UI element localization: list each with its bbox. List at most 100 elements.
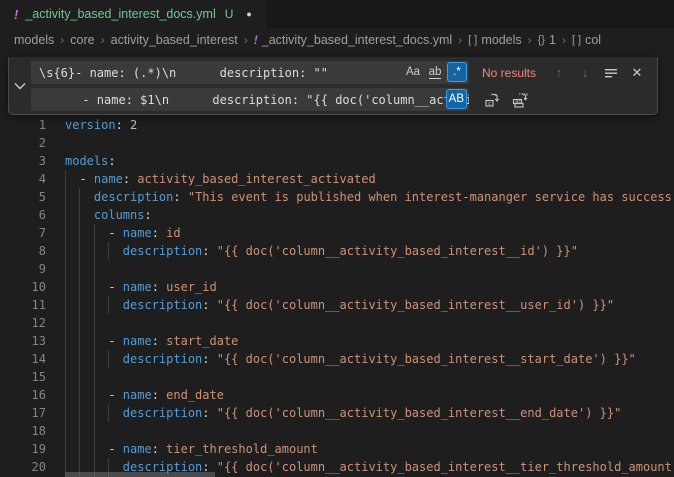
token: name [123,226,152,240]
indent-guide [65,332,66,350]
code-line-15[interactable]: 15 [0,368,674,386]
breadcrumb-item-activity_based_interest[interactable]: activity_based_interest [111,33,238,47]
token: 2 [130,118,137,132]
code-line-14[interactable]: 14 description: "{{ doc('column__activit… [0,350,674,368]
replace-input[interactable]: - name: $1\n description: "{{ doc('colum… [31,88,469,111]
breadcrumb-item-_activity_based_interest_docs.yml[interactable]: !_activity_based_interest_docs.yml [254,33,452,47]
indent-guide [65,170,66,188]
code-line-16[interactable]: 16 - name: end_date [0,386,674,404]
code-line-10[interactable]: 10 - name: user_id [0,278,674,296]
indent-guide [65,206,66,224]
match-case-button[interactable]: Aa [403,62,423,82]
find-replace-widget: \s{6}- name: (.*)\n description: "" Aa a… [8,57,658,115]
code-area[interactable]: 1version: 223models:4 - name: activity_b… [0,52,674,476]
token: name [123,280,152,294]
find-in-selection-button[interactable] [601,63,621,83]
indent-guide [79,260,80,278]
indent-guide [65,422,66,440]
replace-all-icon: ᶠᵃᵇ ac [512,92,528,108]
horizontal-scrollbar[interactable] [65,472,215,477]
indent-guide [65,260,66,278]
code-line-3[interactable]: 3models: [0,152,674,170]
replace-all-button[interactable]: ᶠᵃᵇ ac [510,90,530,110]
breadcrumb-separator: › [244,33,248,47]
code-line-1[interactable]: 1version: 2 [0,116,674,134]
token: activity_based_interest_activated [137,172,375,186]
token: - [65,172,94,186]
tab-activity-docs[interactable]: ! _activity_based_interest_docs.yml U ● [0,0,266,28]
breadcrumb-item-models[interactable]: [ ]models [468,33,521,47]
indent-guide [94,440,95,458]
line-number: 18 [0,422,46,440]
line-content: models: [65,154,116,168]
indent-guide [65,188,66,206]
token: description [123,298,202,312]
find-in-selection-icon [604,66,618,80]
indent-guide [94,242,95,260]
preserve-case-button[interactable]: AB [446,89,467,109]
tab-filename: _activity_based_interest_docs.yml [25,7,215,21]
token: models [65,154,108,168]
token: columns [94,208,145,222]
code-line-11[interactable]: 11 description: "{{ doc('column__activit… [0,296,674,314]
code-line-19[interactable]: 19 - name: tier_threshold_amount [0,440,674,458]
token: description [123,352,202,366]
indent-guide [79,422,80,440]
breadcrumb-label: models [481,33,521,47]
token: : [202,244,216,258]
line-number: 15 [0,368,46,386]
indent-guide [79,206,80,224]
code-line-5[interactable]: 5 description: "This event is published … [0,188,674,206]
code-line-9[interactable]: 9 [0,260,674,278]
line-content: - name: id [65,226,181,240]
token: "{{ doc('column__activity_based_interest… [217,460,672,474]
indent-guide [79,350,80,368]
indent-guide [79,368,80,386]
regex-button[interactable]: .* [447,62,467,82]
token: description [123,406,202,420]
code-line-12[interactable]: 12 [0,314,674,332]
breadcrumb-item-1[interactable]: {}1 [538,33,556,47]
modified-dot-icon[interactable]: ● [246,9,251,19]
token: : [152,226,166,240]
line-content: description: "{{ doc('column__activity_b… [65,406,621,420]
indent-guide [108,296,109,314]
breadcrumb-item-core[interactable]: core [70,33,94,47]
breadcrumb-item-col[interactable]: [ ]col [572,33,601,47]
line-number: 5 [0,188,46,206]
code-line-2[interactable]: 2 [0,134,674,152]
token: : [202,298,216,312]
code-line-13[interactable]: 13 - name: start_date [0,332,674,350]
breadcrumb-separator: › [60,33,64,47]
array-icon: [ ] [572,34,581,46]
object-icon: {} [538,34,545,46]
line-content: description: "This event is published wh… [65,190,672,204]
close-find-button[interactable]: ✕ [627,63,647,83]
code-line-18[interactable]: 18 [0,422,674,440]
code-line-8[interactable]: 8 description: "{{ doc('column__activity… [0,242,674,260]
code-line-4[interactable]: 4 - name: activity_based_interest_activa… [0,170,674,188]
breadcrumb-item-models[interactable]: models [14,33,54,47]
code-line-7[interactable]: 7 - name: id [0,224,674,242]
replace-button[interactable]: ᶠᵇ c [482,90,502,110]
whole-word-button[interactable]: ab [425,62,445,82]
find-input[interactable]: \s{6}- name: (.*)\n description: "" Aa a… [31,61,469,84]
find-row: \s{6}- name: (.*)\n description: "" Aa a… [31,61,651,84]
previous-match-button[interactable]: ↑ [549,63,569,83]
indent-guide [65,278,66,296]
code-line-6[interactable]: 6 columns: [0,206,674,224]
yaml-file-icon: ! [14,7,18,22]
token: user_id [166,280,217,294]
toggle-replace-button[interactable] [9,57,31,114]
replace-value-text[interactable]: - name: $1\n description: "{{ doc('colum… [31,93,469,107]
token: name [123,334,152,348]
indent-guide [94,260,95,278]
token: : [144,208,151,222]
token: "{{ doc('column__activity_based_interest… [217,406,622,420]
code-line-17[interactable]: 17 description: "{{ doc('column__activit… [0,404,674,422]
next-match-button[interactable]: ↓ [575,63,595,83]
indent-guide [79,440,80,458]
token: : [152,280,166,294]
editor-pane[interactable]: \s{6}- name: (.*)\n description: "" Aa a… [0,52,674,477]
indent-guide [94,422,95,440]
